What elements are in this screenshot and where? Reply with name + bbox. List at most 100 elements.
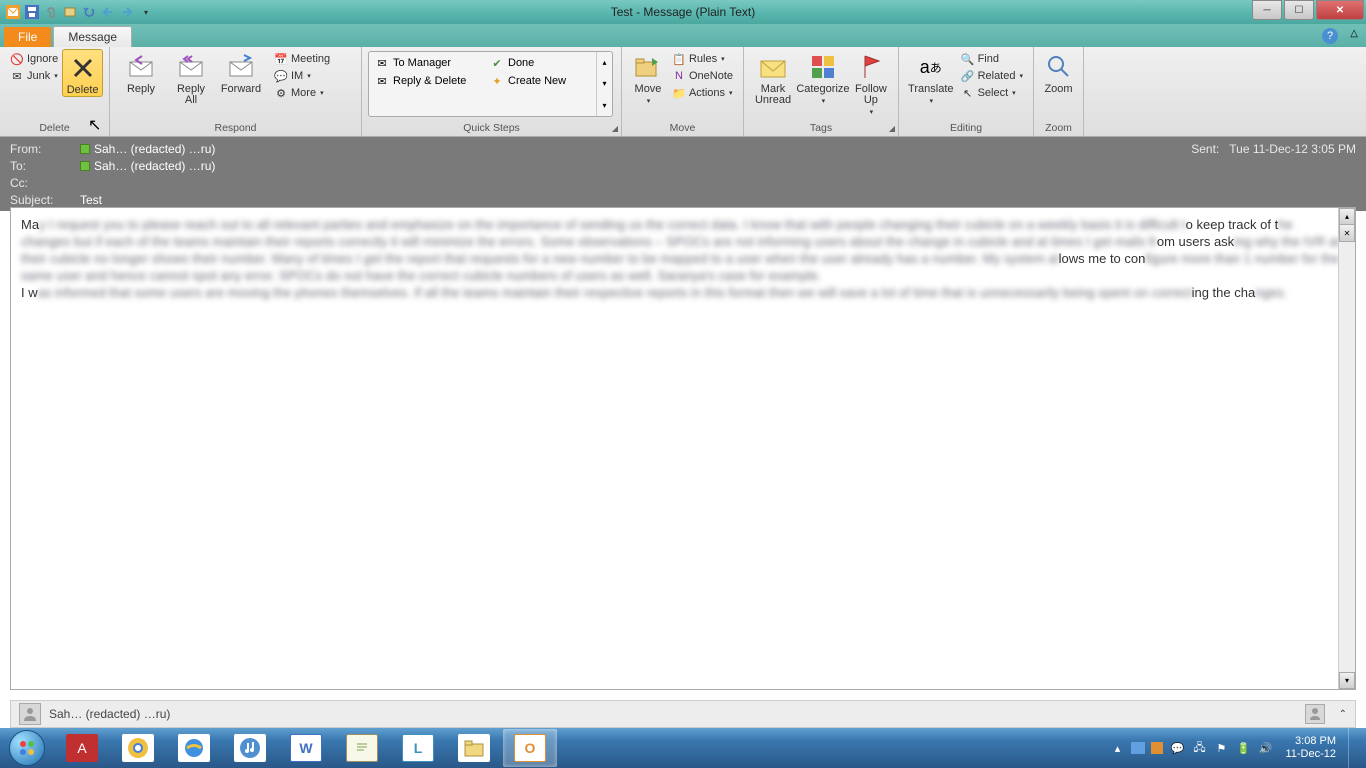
- qs-to-manager[interactable]: ✉To Manager: [371, 54, 486, 72]
- editing-group-label: Editing: [899, 122, 1033, 134]
- forward-button[interactable]: Forward: [216, 49, 266, 95]
- maximize-button[interactable]: ☐: [1284, 0, 1314, 20]
- zoom-group-label: Zoom: [1034, 122, 1083, 134]
- reply-button[interactable]: Reply: [116, 49, 166, 95]
- tray-action-icon[interactable]: ⚑: [1213, 740, 1229, 756]
- onenote-icon: N: [672, 69, 686, 83]
- taskbar-itunes[interactable]: [223, 729, 277, 767]
- respond-group-label: Respond: [110, 122, 361, 134]
- tray-app1-icon[interactable]: [1131, 742, 1145, 754]
- taskbar-explorer[interactable]: [447, 729, 501, 767]
- scroll-down-icon[interactable]: ▾: [1339, 672, 1355, 689]
- scroll-up-icon[interactable]: ▴: [1339, 208, 1355, 225]
- qs-up-icon[interactable]: ▴: [597, 52, 612, 73]
- taskbar-notepad[interactable]: [335, 729, 389, 767]
- qs-create-new[interactable]: ✦Create New: [486, 72, 601, 90]
- actions-icon: 📁: [672, 86, 686, 100]
- done-icon: ✔: [490, 56, 504, 70]
- help-icon[interactable]: ?: [1322, 28, 1338, 44]
- prev-item-icon[interactable]: [99, 3, 117, 21]
- taskbar-chrome[interactable]: [111, 729, 165, 767]
- move-button[interactable]: Move▾: [628, 49, 668, 107]
- avatar-icon: [19, 703, 41, 725]
- ribbon-tabs: File Message △ ?: [0, 24, 1366, 47]
- tray-app2-icon[interactable]: [1151, 742, 1163, 754]
- file-tab[interactable]: File: [4, 27, 51, 47]
- taskbar-outlook[interactable]: O: [503, 729, 557, 767]
- tray-lync-icon[interactable]: 💬: [1169, 740, 1185, 756]
- onenote-button[interactable]: NOneNote: [668, 68, 737, 84]
- quicksteps-group-label: Quick Steps: [362, 122, 621, 134]
- qat-customize-icon[interactable]: ▾: [137, 3, 155, 21]
- find-button[interactable]: 🔍Find: [957, 51, 1027, 67]
- qs-reply-delete[interactable]: ✉Reply & Delete: [371, 72, 486, 90]
- tray-up-icon[interactable]: ▴: [1109, 740, 1125, 756]
- taskbar-adobe[interactable]: A: [55, 729, 109, 767]
- message-body[interactable]: May I request you to please reach out to…: [11, 208, 1355, 309]
- attachment-icon[interactable]: [42, 3, 60, 21]
- minimize-ribbon-icon[interactable]: △: [1350, 28, 1358, 39]
- previous-icon[interactable]: [61, 3, 79, 21]
- categorize-icon: [807, 51, 839, 83]
- more-button[interactable]: ⚙More▾: [270, 85, 334, 101]
- undo-icon[interactable]: [80, 3, 98, 21]
- taskbar-lync[interactable]: L: [391, 729, 445, 767]
- tags-launcher-icon[interactable]: ◢: [889, 124, 895, 133]
- mark-unread-icon: [757, 51, 789, 83]
- people-expand-icon[interactable]: ⌃: [1339, 709, 1347, 720]
- reply-all-icon: [175, 51, 207, 83]
- message-tab[interactable]: Message: [53, 26, 132, 47]
- select-button[interactable]: ↖Select▾: [957, 85, 1027, 101]
- tags-group-label: Tags: [744, 122, 898, 134]
- ignore-button[interactable]: 🚫Ignore: [6, 51, 62, 67]
- translate-button[interactable]: aあTranslate▾: [905, 49, 957, 107]
- window-title: Test - Message (Plain Text): [611, 5, 756, 19]
- taskbar-clock[interactable]: 3:08 PM11-Dec-12: [1279, 735, 1342, 761]
- system-tray: ▴ 💬 🖧 ⚑ 🔋 🔊 3:08 PM11-Dec-12: [1109, 728, 1366, 768]
- categorize-button[interactable]: Categorize▾: [796, 49, 850, 107]
- reply-all-button[interactable]: Reply All: [166, 49, 216, 106]
- quicksteps-launcher-icon[interactable]: ◢: [612, 124, 618, 133]
- zoom-button[interactable]: Zoom: [1040, 49, 1077, 95]
- scroll-ext-icon[interactable]: ✕: [1339, 225, 1355, 242]
- taskbar-word[interactable]: W: [279, 729, 333, 767]
- find-icon: 🔍: [961, 52, 975, 66]
- quick-steps-gallery[interactable]: ✉To Manager ✔Done ✉Reply & Delete ✦Creat…: [368, 51, 613, 117]
- show-desktop-button[interactable]: [1348, 728, 1362, 768]
- vertical-scrollbar[interactable]: ▴ ✕ ▾: [1338, 208, 1355, 689]
- title-bar: ▾ Test - Message (Plain Text) ─ ☐ ✕: [0, 0, 1366, 24]
- meeting-button[interactable]: 📅Meeting: [270, 51, 334, 67]
- actions-button[interactable]: 📁Actions▾: [668, 85, 737, 101]
- mark-unread-button[interactable]: Mark Unread: [750, 49, 796, 106]
- tray-network-icon[interactable]: 🖧: [1191, 740, 1207, 756]
- rules-icon: 📋: [672, 52, 686, 66]
- outlook-icon[interactable]: [4, 3, 22, 21]
- followup-button[interactable]: Follow Up▾: [850, 49, 892, 118]
- tray-power-icon[interactable]: 🔋: [1235, 740, 1251, 756]
- delete-button[interactable]: Delete: [62, 49, 103, 97]
- more-icon: ⚙: [274, 86, 288, 100]
- people-pane[interactable]: Sah… (redacted) …ru) ⌃: [10, 700, 1356, 728]
- start-button[interactable]: [0, 728, 54, 768]
- related-button[interactable]: 🔗Related▾: [957, 68, 1027, 84]
- delete-group-label: Delete: [0, 122, 109, 134]
- reply-delete-icon: ✉: [375, 74, 389, 88]
- subject-label: Subject:: [10, 193, 80, 207]
- qs-done[interactable]: ✔Done: [486, 54, 601, 72]
- junk-button[interactable]: ✉Junk▾: [6, 68, 62, 84]
- people-name: Sah… (redacted) …ru): [49, 707, 170, 721]
- rules-button[interactable]: 📋Rules▾: [668, 51, 737, 67]
- tray-volume-icon[interactable]: 🔊: [1257, 740, 1273, 756]
- im-button[interactable]: 💬IM▾: [270, 68, 334, 84]
- minimize-button[interactable]: ─: [1252, 0, 1282, 20]
- qs-more-icon[interactable]: ▾: [597, 95, 612, 116]
- taskbar-ie[interactable]: [167, 729, 221, 767]
- subject-value: Test: [80, 193, 1356, 207]
- reply-icon: [125, 51, 157, 83]
- close-button[interactable]: ✕: [1316, 0, 1364, 20]
- qs-down-icon[interactable]: ▾: [597, 73, 612, 94]
- delete-icon: [67, 52, 99, 84]
- next-item-icon[interactable]: [118, 3, 136, 21]
- message-header: From: Sah… (redacted) …ru) Sent: Tue 11-…: [0, 137, 1366, 211]
- save-icon[interactable]: [23, 3, 41, 21]
